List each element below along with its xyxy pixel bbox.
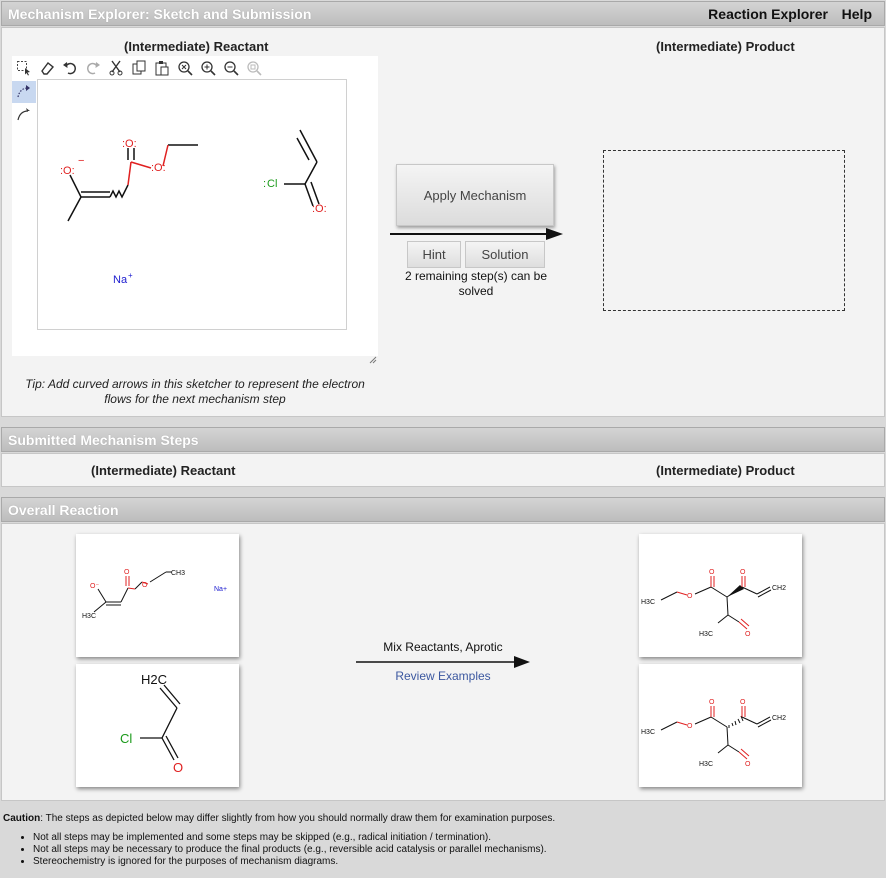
- app-title: Mechanism Explorer: Sketch and Submissio…: [8, 6, 312, 22]
- submitted-product-title: (Intermediate) Product: [656, 463, 795, 478]
- acryloyl-chloride-structure: H2C Cl O: [120, 672, 183, 775]
- caution-section: Caution: The steps as depicted below may…: [3, 813, 883, 868]
- sketcher-tip: Tip: Add curved arrows in this sketcher …: [25, 377, 365, 406]
- svg-text:+: +: [128, 271, 133, 280]
- svg-text:H3C: H3C: [699, 761, 713, 768]
- cut-icon[interactable]: [106, 58, 125, 77]
- nav-reaction-explorer[interactable]: Reaction Explorer: [708, 6, 828, 22]
- review-examples-link[interactable]: Review Examples: [356, 669, 530, 683]
- product-card-1[interactable]: H3C O O O CH2 H3C O: [639, 534, 802, 657]
- svg-text:H3C: H3C: [641, 599, 655, 606]
- reaction-arrow-icon: [390, 228, 563, 240]
- svg-text:H3C: H3C: [641, 729, 655, 736]
- main-header: Mechanism Explorer: Sketch and Submissio…: [1, 1, 885, 26]
- svg-text:CH2: CH2: [772, 585, 786, 592]
- select-icon[interactable]: [14, 58, 33, 77]
- submitted-header: Submitted Mechanism Steps: [1, 427, 885, 452]
- svg-text:O: O: [142, 582, 148, 589]
- enolate-structure: O O O⁻ CH3 H3C Na+: [82, 569, 227, 620]
- resize-handle-icon[interactable]: [368, 352, 377, 364]
- remaining-steps-text: 2 remaining step(s) can be solved: [404, 269, 548, 298]
- overall-arrow-icon: [356, 656, 530, 668]
- zoom-out-icon[interactable]: [221, 58, 240, 77]
- svg-text:O: O: [709, 699, 715, 706]
- svg-text:O: O: [740, 699, 746, 706]
- svg-text:H3C: H3C: [699, 631, 713, 638]
- eraser-icon[interactable]: [37, 58, 56, 77]
- svg-text::O:: :O:: [312, 203, 327, 215]
- product-2-structure: H3C O O O CH2 H3C O: [641, 699, 786, 768]
- reactant-title: (Intermediate) Reactant: [124, 39, 269, 54]
- svg-text:−: −: [78, 155, 84, 167]
- product-card-2[interactable]: H3C O O O CH2 H3C O: [639, 664, 802, 787]
- nav-help[interactable]: Help: [842, 6, 872, 22]
- zoom-in-icon[interactable]: [198, 58, 217, 77]
- zoom-fit-icon[interactable]: [244, 58, 263, 77]
- cl-label: Cl: [120, 731, 132, 746]
- hint-button[interactable]: Hint: [407, 241, 461, 268]
- submitted-title: Submitted Mechanism Steps: [8, 432, 199, 448]
- svg-text:O: O: [740, 569, 746, 576]
- svg-text::O:: :O:: [60, 165, 75, 177]
- svg-text::O:: :O:: [122, 138, 137, 150]
- ch3-label: CH3: [171, 570, 185, 577]
- solution-button[interactable]: Solution: [465, 241, 545, 268]
- sketcher-toolbar: [14, 58, 263, 78]
- svg-text:O: O: [687, 723, 693, 730]
- caution-item: Stereochemistry is ignored for the purpo…: [33, 856, 883, 868]
- product-1-structure: H3C O O O CH2 H3C O: [641, 569, 786, 638]
- caution-list: Not all steps may be implemented and som…: [3, 832, 883, 868]
- reactant-card-enolate[interactable]: O O O⁻ CH3 H3C Na+: [76, 534, 239, 657]
- submitted-reactant-title: (Intermediate) Reactant: [91, 463, 236, 478]
- svg-text:O: O: [709, 569, 715, 576]
- svg-text:O: O: [124, 569, 130, 576]
- product-drop-area: [603, 150, 845, 311]
- svg-text:O: O: [687, 593, 693, 600]
- sodium-label: Na: [113, 274, 128, 286]
- svg-text:CH2: CH2: [772, 715, 786, 722]
- single-electron-arrow-tool[interactable]: [12, 104, 36, 126]
- sketch-canvas[interactable]: :O: :O: :O: − Cl : :O: Na +: [37, 79, 347, 330]
- paste-icon[interactable]: [152, 58, 171, 77]
- caution-text: : The steps as depicted below may differ…: [40, 813, 556, 824]
- product-title: (Intermediate) Product: [656, 39, 795, 54]
- overall-header: Overall Reaction: [1, 497, 885, 522]
- svg-text::O:: :O:: [151, 162, 166, 174]
- caution-line: Caution: The steps as depicted below may…: [3, 813, 883, 824]
- curved-arrow-tool[interactable]: [12, 81, 36, 103]
- svg-text:O: O: [745, 761, 751, 768]
- caution-item: Not all steps may be implemented and som…: [33, 832, 883, 844]
- oxygen-label: O: [173, 760, 183, 775]
- chlorine-label: Cl: [267, 178, 277, 190]
- reactant-card-acryloyl-chloride[interactable]: H2C Cl O: [76, 664, 239, 787]
- zoom-reset-icon[interactable]: [175, 58, 194, 77]
- na-label: Na+: [214, 586, 227, 593]
- undo-icon[interactable]: [60, 58, 79, 77]
- apply-mechanism-button[interactable]: Apply Mechanism: [396, 164, 554, 226]
- svg-text::: :: [263, 178, 266, 190]
- h2c-label: H2C: [141, 672, 167, 687]
- redo-icon[interactable]: [83, 58, 102, 77]
- caution-label: Caution: [3, 813, 41, 824]
- copy-icon[interactable]: [129, 58, 148, 77]
- reaction-conditions: Mix Reactants, Aprotic: [383, 640, 503, 654]
- sketch-molecules: :O: :O: :O: − Cl : :O: Na +: [60, 129, 327, 286]
- h3c-label: H3C: [82, 613, 96, 620]
- svg-text:O: O: [745, 631, 751, 638]
- caution-item: Not all steps may be necessary to produc…: [33, 844, 883, 856]
- overall-title: Overall Reaction: [8, 502, 119, 518]
- svg-text:O⁻: O⁻: [90, 583, 99, 590]
